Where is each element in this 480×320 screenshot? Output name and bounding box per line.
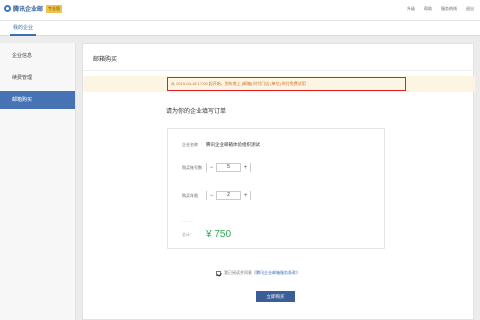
sidebar-item-company-info[interactable]: 企业信息 xyxy=(0,47,75,65)
agreement-text: 我已阅读并同意 xyxy=(224,270,252,275)
company-value: 腾讯企业邮箱体验组织测试 xyxy=(206,142,260,147)
top-link-logout[interactable]: 退出 xyxy=(466,6,474,12)
logo-icon xyxy=(4,5,11,12)
years-stepper: − 2 + xyxy=(206,191,251,200)
logo-text: 腾讯企业邮 xyxy=(13,7,44,13)
page-title: 邮箱购买 xyxy=(93,57,118,63)
years-decrement-button[interactable]: − xyxy=(207,191,216,200)
accounts-label: 购买账号数 xyxy=(182,164,202,170)
separator-dots: …… xyxy=(182,218,194,224)
top-bar: 腾讯企业邮 专业版 升级 帮助 服务热线 退出 xyxy=(0,0,480,21)
top-link-help[interactable]: 帮助 xyxy=(424,6,432,12)
sidebar-item-purchase[interactable]: 邮箱购买 xyxy=(0,91,75,109)
terms-link[interactable]: 《腾讯企业邮箱服务条款》 xyxy=(252,270,300,276)
accounts-stepper: − 5 + xyxy=(206,163,251,172)
agreement-row: 我已阅读并同意 《腾讯企业邮箱服务条款》 xyxy=(216,270,300,276)
agreement-checkbox[interactable] xyxy=(216,270,221,276)
tab-my-enterprise[interactable]: 我的企业 xyxy=(10,21,37,36)
sidebar-item-renewal[interactable]: 续费管理 xyxy=(0,69,75,87)
main-panel: 邮箱购买 从 2019-04-18 17:00 起开始，到年底上 [邮箱] 时付… xyxy=(82,43,475,320)
sidebar: 企业信息 续费管理 邮箱购买 xyxy=(0,43,76,320)
years-row: 购买年限 − 2 + xyxy=(182,191,251,200)
years-value[interactable]: 2 xyxy=(216,191,241,200)
edition-badge: 专业版 xyxy=(46,4,63,13)
years-label: 购买年限 xyxy=(182,192,198,198)
top-links: 升级 帮助 服务热线 退出 xyxy=(407,6,474,12)
accounts-decrement-button[interactable]: − xyxy=(207,163,216,172)
divider xyxy=(83,70,475,71)
top-link-hotline[interactable]: 服务热线 xyxy=(441,6,457,12)
accounts-row: 购买账号数 − 5 + xyxy=(182,163,251,172)
promo-notice: 从 2019-04-18 17:00 起开始，到年底上 [邮箱] 时付门店 [单… xyxy=(167,77,406,91)
top-link-upgrade[interactable]: 升级 xyxy=(407,6,415,12)
form-heading: 请为你的企业填写订单 xyxy=(166,109,227,115)
years-increment-button[interactable]: + xyxy=(241,191,250,200)
total-label: 总计： xyxy=(182,231,194,237)
logo[interactable]: 腾讯企业邮 专业版 xyxy=(4,4,63,13)
order-card: 企业名称 腾讯企业邮箱体验组织测试 购买账号数 − 5 + 购买年限 − 2 +… xyxy=(167,128,385,249)
total-row: 总计： ¥ 750 xyxy=(182,229,231,240)
accounts-value[interactable]: 5 xyxy=(216,163,241,172)
accounts-increment-button[interactable]: + xyxy=(241,163,250,172)
company-label: 企业名称 xyxy=(182,142,198,147)
company-row: 企业名称 腾讯企业邮箱体验组织测试 xyxy=(182,142,260,148)
buy-now-button[interactable]: 立即购买 xyxy=(256,291,295,302)
sub-nav: 我的企业 xyxy=(0,21,480,36)
promo-notice-text: 从 2019-04-18 17:00 起开始，到年底上 [邮箱] 时付门店 [单… xyxy=(171,81,306,86)
total-price: ¥ 750 xyxy=(206,229,232,240)
